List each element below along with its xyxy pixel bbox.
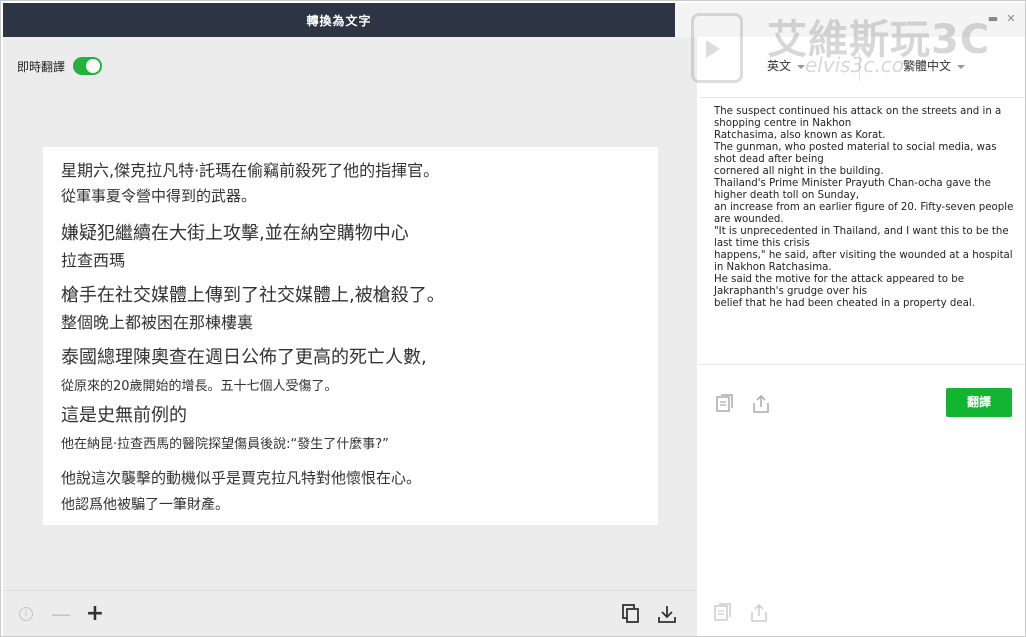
transcript-line: 這是史無前例的 (61, 405, 187, 426)
copy-result-icon[interactable] (715, 394, 735, 418)
translation-line: The suspect continued his attack on the … (714, 106, 1002, 129)
translation-line: "It is unprecedented in Thailand, and I … (714, 226, 1009, 249)
info-icon[interactable]: i (19, 607, 33, 621)
transcript-line: 他說這次襲擊的動機似乎是賈克拉凡特對他懷恨在心。 (61, 469, 422, 487)
minimize-icon[interactable]: ▬ (987, 13, 999, 25)
download-icon[interactable] (657, 604, 677, 624)
translation-line: He said the motive for the attack appear… (714, 274, 964, 297)
transcript-line: 槍手在社交媒體上傳到了社交媒體上,被槍殺了。 (61, 285, 445, 306)
transcript-toolbar: i — + (3, 590, 697, 636)
transcript-line: 泰國總理陳奧查在週日公佈了更高的死亡人數, (61, 347, 427, 368)
zoom-in-icon[interactable]: + (85, 603, 105, 625)
transcript-block: 星期六,傑克拉凡特·託瑪在偷竊前殺死了他的指揮官。 從軍事夏令營中得到的武器。 (61, 157, 439, 206)
transcript-block: 他說這次襲擊的動機似乎是賈克拉凡特對他懷恨在心。 他認爲他被騙了一筆財產。 (61, 467, 421, 514)
transcript-line: 從軍事夏令營中得到的武器。 (61, 187, 257, 205)
transcript-block: 泰國總理陳奧查在週日公佈了更高的死亡人數, 從原來的20歲開始的增長。五十七個人… (61, 343, 427, 394)
transcript-block: 槍手在社交媒體上傳到了社交媒體上,被槍殺了。 整個晚上都被困在那棟樓裏 (61, 281, 445, 333)
toggle-knob (86, 59, 101, 73)
translation-line: cornered all night in the building. (714, 166, 884, 177)
transcript-line: 從原來的20歲開始的增長。五十七個人受傷了。 (61, 379, 338, 394)
chevron-down-icon (957, 64, 966, 69)
transcript-card: 星期六,傑克拉凡特·託瑪在偷竊前殺死了他的指揮官。 從軍事夏令營中得到的武器。 … (43, 147, 658, 525)
transcript-line: 星期六,傑克拉凡特·託瑪在偷竊前殺死了他的指揮官。 (61, 161, 440, 180)
translation-line: an increase from an earlier figure of 20… (714, 202, 1014, 225)
translation-line: happens," he said, after visiting the wo… (714, 250, 1013, 273)
transcript-line: 他認爲他被騙了一筆財產。 (61, 497, 229, 513)
app-window: 轉換為文字 ▬ ✕ 即時翻譯 星期六,傑克拉凡特·託瑪在偷竊前殺死了他的指揮官。… (0, 0, 1026, 637)
share-icon[interactable] (751, 394, 771, 418)
transcript-block: 這是史無前例的 他在納昆·拉查西馬的醫院探望傷員後說:“發生了什麼事?” (61, 401, 389, 452)
window-controls: ▬ ✕ (987, 13, 1017, 25)
translation-pane: 英文 繁體中文 The suspect continued his attack… (697, 37, 1025, 636)
translation-result: The suspect continued his attack on the … (699, 97, 1025, 417)
translation-line: Ratchasima, also known as Korat. (714, 130, 886, 141)
transcript-line: 嫌疑犯繼續在大街上攻擊,並在納空購物中心 (61, 223, 409, 244)
translation-line: The gunman, who posted material to socia… (714, 142, 997, 165)
zoom-out-icon[interactable]: — (51, 604, 71, 624)
window-title: 轉換為文字 (306, 14, 372, 28)
title-bar: 轉換為文字 (3, 3, 675, 37)
share-icon[interactable] (749, 603, 769, 627)
language-bar: 英文 繁體中文 (697, 47, 1009, 83)
live-translate-toggle[interactable] (73, 57, 103, 75)
chevron-down-icon (797, 64, 806, 69)
transcript-line: 拉查西瑪 (61, 251, 126, 270)
transcript-block: 嫌疑犯繼續在大街上攻擊,並在納空購物中心 拉查西瑪 (61, 219, 409, 271)
target-language-select[interactable]: 繁體中文 (903, 57, 966, 74)
translation-line: Thailand's Prime Minister Prayuth Chan-o… (714, 178, 991, 201)
translate-button[interactable]: 翻譯 (946, 388, 1012, 417)
live-translate-label: 即時翻譯 (17, 59, 66, 74)
target-language-label: 繁體中文 (903, 59, 952, 73)
transcript-pane: 即時翻譯 星期六,傑克拉凡特·託瑪在偷竊前殺死了他的指揮官。 從軍事夏令營中得到… (3, 37, 697, 590)
copy-icon[interactable] (713, 603, 733, 627)
copy-icon[interactable] (621, 604, 641, 624)
source-language-label: 英文 (767, 59, 792, 73)
translation-line: belief that he had been cheated in a pro… (714, 298, 975, 309)
transcript-line: 他在納昆·拉查西馬的醫院探望傷員後說:“發生了什麼事?” (61, 437, 389, 452)
language-divider (859, 53, 860, 81)
translation-text: The suspect continued his attack on the … (714, 106, 1014, 310)
transcript-line: 整個晚上都被困在那棟樓裏 (61, 313, 254, 332)
source-language-select[interactable]: 英文 (767, 57, 806, 74)
title-bar-right: ▬ ✕ (675, 3, 1025, 37)
close-icon[interactable]: ✕ (1005, 13, 1017, 25)
live-translate-row: 即時翻譯 (17, 57, 103, 75)
